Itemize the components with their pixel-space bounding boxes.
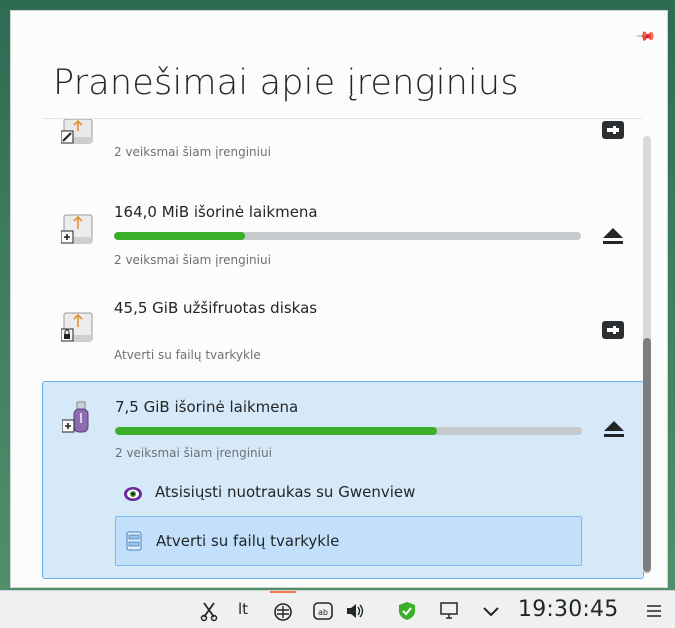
chevron-down-icon[interactable] xyxy=(480,600,502,622)
file-manager-icon xyxy=(126,531,142,551)
eject-icon[interactable] xyxy=(601,416,627,442)
device-list: 2 veiksmai šiam įrenginiui 164,0 MiB išo… xyxy=(42,119,644,579)
usb-stick-icon xyxy=(62,401,89,433)
device-item[interactable]: 45,5 GiB užšifruotas diskas Atverti su f… xyxy=(42,291,644,381)
encrypted-drive-icon xyxy=(61,312,93,342)
pin-icon[interactable]: 📌 xyxy=(634,26,656,49)
system-tray: lt ab 19:30:45 xyxy=(0,590,675,628)
usb-drive-icon xyxy=(61,119,93,144)
eject-icon[interactable] xyxy=(600,223,626,249)
display-icon[interactable] xyxy=(438,600,460,622)
network-icon[interactable] xyxy=(272,600,294,622)
action-label: Atsisiųsti nuotraukas su Gwenview xyxy=(155,483,416,501)
popup-title: Pranešimai apie įrenginius xyxy=(53,63,519,103)
device-name: 164,0 MiB išorinė laikmena xyxy=(114,203,318,221)
device-subtitle: Atverti su failų tvarkykle xyxy=(114,348,261,362)
device-item[interactable]: 2 veiksmai šiam įrenginiui xyxy=(42,119,644,171)
device-item[interactable]: 164,0 MiB išorinė laikmena 2 veiksmai ši… xyxy=(42,193,644,283)
device-item-selected[interactable]: 7,5 GiB išorinė laikmena 2 veiksmai šiam… xyxy=(42,381,644,579)
volume-icon[interactable] xyxy=(344,600,366,622)
active-indicator xyxy=(270,591,296,593)
action-open-file-manager[interactable]: Atverti su failų tvarkykle xyxy=(115,516,582,566)
device-subtitle: 2 veiksmai šiam įrenginiui xyxy=(115,446,272,460)
clock[interactable]: 19:30:45 xyxy=(518,597,618,622)
usage-bar-fill xyxy=(114,232,245,240)
device-subtitle: 2 veiksmai šiam įrenginiui xyxy=(114,253,271,267)
usage-bar-fill xyxy=(115,427,438,435)
device-subtitle: 2 veiksmai šiam įrenginiui xyxy=(114,145,271,159)
action-label: Atverti su failų tvarkykle xyxy=(156,532,340,550)
gwenview-icon xyxy=(124,487,142,501)
usb-drive-icon xyxy=(61,214,93,244)
usage-bar xyxy=(114,232,581,240)
svg-text:ab: ab xyxy=(318,608,328,617)
unlock-icon[interactable] xyxy=(600,119,626,143)
scrollbar-thumb[interactable] xyxy=(643,338,651,572)
device-name: 7,5 GiB išorinė laikmena xyxy=(115,398,299,416)
scissors-icon[interactable] xyxy=(198,600,220,622)
scrollbar[interactable] xyxy=(643,136,651,574)
usage-bar xyxy=(115,427,582,435)
menu-icon[interactable] xyxy=(643,600,665,622)
device-name: 45,5 GiB užšifruotas diskas xyxy=(114,299,318,317)
shield-icon[interactable] xyxy=(396,600,418,622)
unlock-icon[interactable] xyxy=(600,317,626,343)
action-gwenview[interactable]: Atsisiųsti nuotraukas su Gwenview xyxy=(115,478,582,508)
language-indicator[interactable]: lt xyxy=(238,600,248,618)
clipboard-icon[interactable]: ab xyxy=(312,600,334,622)
